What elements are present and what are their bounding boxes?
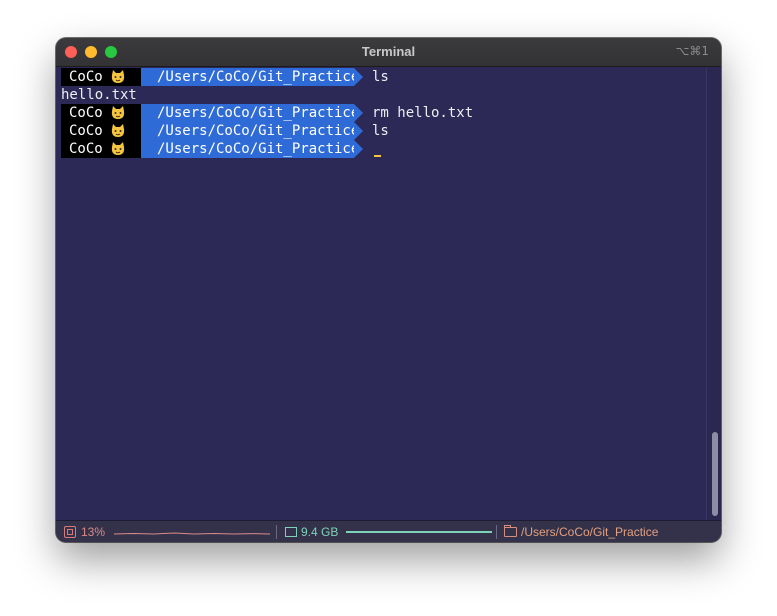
prompt-path: /Users/CoCo/Git_Practice [157, 123, 360, 139]
command-text: rm hello.txt [372, 105, 474, 121]
cpu-graph [114, 532, 270, 535]
prompt-line: CoCo /Users/CoCo/Git_Practice ls [61, 68, 701, 86]
prompt-line: CoCo /Users/CoCo/Git_Practice ls [61, 122, 701, 140]
prompt-path-segment: /Users/CoCo/Git_Practice [141, 68, 359, 86]
folder-icon [504, 525, 517, 537]
prompt-separator [354, 68, 363, 86]
terminal-content[interactable]: CoCo /Users/CoCo/Git_Practice ls hello.t… [61, 68, 701, 518]
text-cursor [374, 155, 381, 157]
prompt-line: CoCo /Users/CoCo/Git_Practice rm hello.t… [61, 104, 701, 122]
prompt-path: /Users/CoCo/Git_Practice [157, 141, 360, 157]
cat-face-icon [111, 124, 125, 137]
prompt-user-segment: CoCo [61, 104, 141, 122]
prompt-user-segment: CoCo [61, 68, 141, 86]
prompt-separator [354, 104, 363, 122]
cpu-icon [64, 526, 76, 538]
status-divider [276, 525, 277, 539]
scrollbar-thumb[interactable] [712, 432, 718, 516]
prompt-user-segment: CoCo [61, 140, 141, 158]
terminal-window: Terminal ⌥⌘1 CoCo /Users/CoCo/Git_Practi… [56, 38, 721, 542]
prompt-path: /Users/CoCo/Git_Practice [157, 105, 360, 121]
prompt-user: CoCo [69, 141, 103, 157]
prompt-path-segment: /Users/CoCo/Git_Practice [141, 140, 359, 158]
status-divider [496, 525, 497, 539]
cpu-usage: 13% [81, 525, 106, 539]
output-line: hello.txt [61, 86, 701, 104]
memory-usage: 9.4 GB [301, 525, 339, 539]
title-bar[interactable]: Terminal ⌥⌘1 [56, 38, 721, 67]
cat-face-icon [111, 106, 125, 119]
output-text: hello.txt [61, 87, 137, 103]
cat-face-icon [111, 142, 125, 155]
window-shortcut: ⌥⌘1 [675, 44, 709, 58]
prompt-user: CoCo [69, 69, 103, 85]
prompt-path: /Users/CoCo/Git_Practice [157, 69, 360, 85]
prompt-user: CoCo [69, 123, 103, 139]
prompt-separator [354, 122, 363, 140]
prompt-line: CoCo /Users/CoCo/Git_Practice [61, 140, 701, 158]
prompt-user-segment: CoCo [61, 122, 141, 140]
prompt-path-segment: /Users/CoCo/Git_Practice [141, 122, 359, 140]
current-directory[interactable]: /Users/CoCo/Git_Practice [521, 525, 658, 539]
prompt-separator [354, 140, 363, 158]
command-text: ls [372, 69, 389, 85]
prompt-path-segment: /Users/CoCo/Git_Practice [141, 104, 359, 122]
window-title: Terminal [361, 44, 416, 59]
status-bar: 13% 9.4 GB /Users/CoCo/Git_Practice [56, 520, 721, 542]
memory-icon [285, 527, 297, 537]
cat-face-icon [111, 70, 125, 83]
prompt-user: CoCo [69, 105, 103, 121]
memory-graph [346, 531, 492, 533]
vertical-scrollbar[interactable] [706, 68, 721, 520]
command-text: ls [372, 123, 389, 139]
